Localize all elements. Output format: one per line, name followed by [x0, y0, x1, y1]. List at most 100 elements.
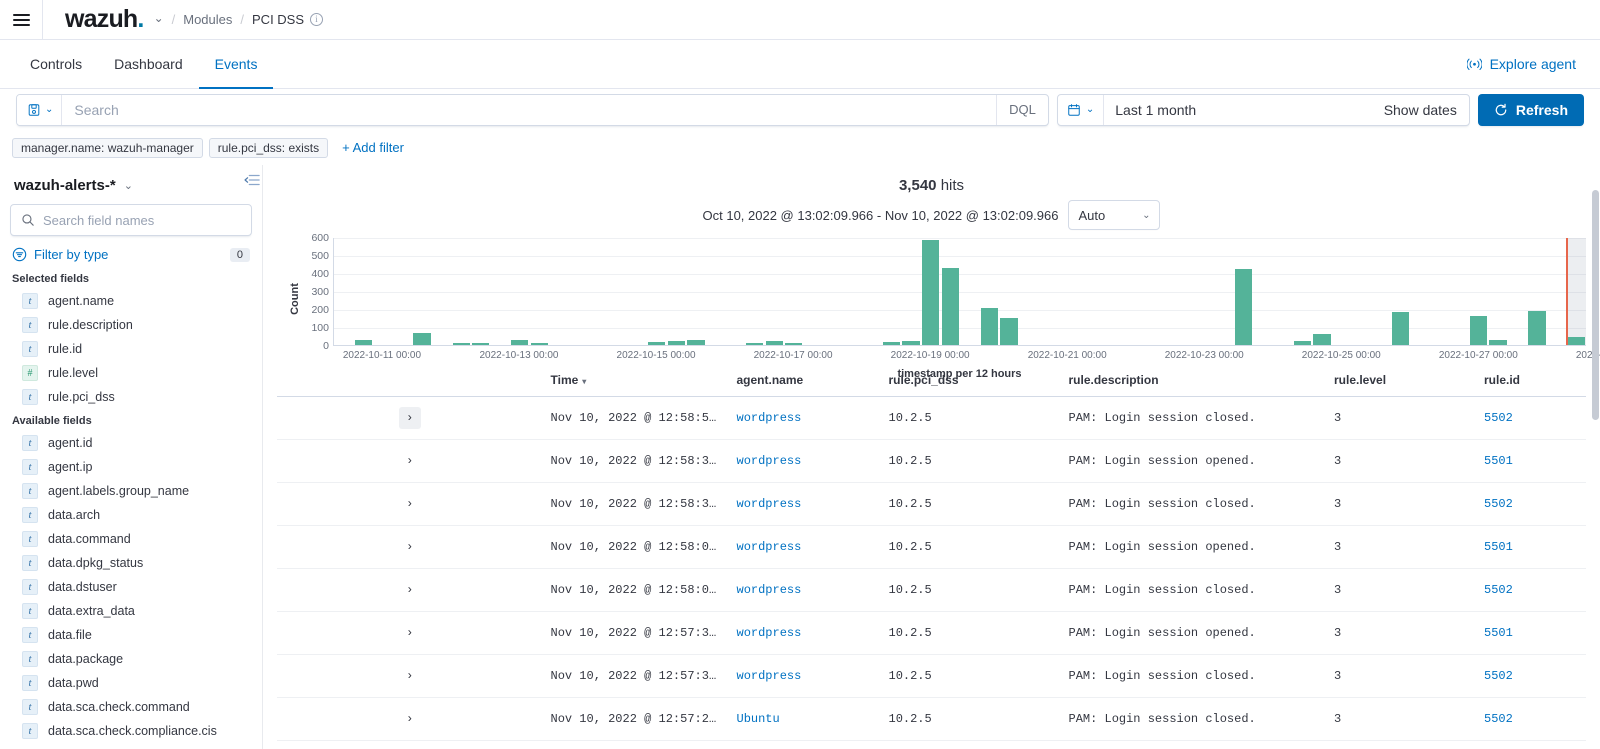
table-row[interactable]: › Nov 10, 2022 @ 12:58:09.622 wordpress 10.… — [277, 525, 1586, 569]
cell-agent-name-link[interactable]: Ubuntu — [737, 712, 780, 726]
chart-bar[interactable] — [765, 341, 783, 345]
chart-bar[interactable] — [354, 339, 372, 345]
field-item-data-extra-data[interactable]: t data.extra_data — [10, 599, 252, 623]
expand-row-icon[interactable]: › — [398, 406, 421, 429]
tab-events[interactable]: Events — [198, 41, 274, 89]
field-item-agent-labels-group-name[interactable]: t agent.labels.group_name — [10, 479, 252, 503]
chart-bar[interactable] — [667, 341, 685, 345]
cell-rule-id-link[interactable]: 5502 — [1484, 712, 1513, 726]
chart-bar[interactable] — [413, 333, 431, 345]
expand-row-icon[interactable]: › — [399, 579, 421, 601]
scrollbar-thumb[interactable] — [1592, 190, 1599, 420]
chart-bar[interactable] — [922, 239, 940, 345]
field-item-rule-description[interactable]: t rule.description — [10, 313, 252, 337]
wazuh-logo[interactable]: wazuh. — [65, 7, 144, 32]
chart-bar[interactable] — [1293, 340, 1311, 345]
query-language-button[interactable]: DQL — [996, 94, 1048, 125]
chart-bar[interactable] — [1000, 318, 1018, 345]
field-item-data-arch[interactable]: t data.arch — [10, 503, 252, 527]
index-pattern-selector[interactable]: wazuh-alerts-* ⌄ — [10, 173, 252, 204]
chart-bar[interactable] — [1489, 339, 1507, 345]
table-row[interactable]: › Nov 10, 2022 @ 12:57:37.577 wordpress 10.… — [277, 611, 1586, 655]
table-row[interactable]: › Nov 10, 2022 @ 12:57:35.576 wordpress 10.… — [277, 654, 1586, 698]
table-row[interactable]: › Nov 10, 2022 @ 12:58:07.610 wordpress 10.… — [277, 568, 1586, 612]
expand-row-icon[interactable]: › — [399, 622, 421, 644]
chart-bar[interactable] — [1313, 334, 1331, 345]
refresh-button[interactable]: Refresh — [1477, 93, 1584, 126]
page-scrollbar[interactable] — [1591, 190, 1600, 749]
field-item-rule-pci-dss[interactable]: t rule.pci_dss — [10, 385, 252, 409]
explore-agent-button[interactable]: Explore agent — [1466, 40, 1576, 88]
chart-bar[interactable] — [1567, 336, 1585, 345]
chart-bar[interactable] — [941, 267, 959, 345]
add-filter-button[interactable]: + Add filter — [342, 140, 404, 155]
brand-chevron-down-icon[interactable]: ⌄ — [154, 11, 164, 25]
chart-bar[interactable] — [472, 342, 490, 345]
table-row[interactable]: › Nov 10, 2022 @ 12:57:22.527 Ubuntu 10.2.5… — [277, 697, 1586, 741]
expand-row-icon[interactable]: › — [399, 708, 421, 730]
field-item-data-command[interactable]: t data.command — [10, 527, 252, 551]
field-item-rule-level[interactable]: # rule.level — [10, 361, 252, 385]
tab-dashboard[interactable]: Dashboard — [98, 41, 199, 89]
chart-bar[interactable] — [648, 341, 666, 345]
cell-rule-id-link[interactable]: 5502 — [1484, 497, 1513, 511]
table-row[interactable]: › Nov 10, 2022 @ 12:58:31.634 wordpress 10.… — [277, 482, 1586, 526]
chart-bar[interactable] — [882, 341, 901, 345]
cell-rule-id-link[interactable]: 5502 — [1484, 583, 1513, 597]
field-item-data-dpkg-status[interactable]: t data.dpkg_status — [10, 551, 252, 575]
field-item-agent-name[interactable]: t agent.name — [10, 289, 252, 313]
info-icon[interactable]: i — [310, 13, 324, 26]
chart-bar[interactable] — [1391, 311, 1409, 345]
date-range-display[interactable]: Last 1 month — [1104, 95, 1371, 125]
saved-query-button[interactable]: ⌄ — [17, 94, 63, 125]
filter-by-type-button[interactable]: Filter by type 0 — [10, 242, 252, 267]
cell-agent-name-link[interactable]: wordpress — [737, 626, 802, 640]
chart-bar[interactable] — [687, 339, 705, 345]
field-item-agent-ip[interactable]: t agent.ip — [10, 455, 252, 479]
hamburger-menu-icon[interactable] — [0, 0, 42, 40]
histogram-chart[interactable]: Count 0 100 200 300 400 500 600 2022-10-11 00:… — [277, 232, 1600, 380]
chart-bar[interactable] — [745, 342, 764, 345]
collapse-sidebar-icon[interactable] — [244, 173, 260, 190]
date-quick-select-button[interactable]: ⌄ — [1058, 94, 1105, 125]
expand-row-icon[interactable]: › — [399, 493, 421, 515]
chart-bar[interactable] — [902, 341, 920, 345]
field-item-data-dstuser[interactable]: t data.dstuser — [10, 575, 252, 599]
cell-rule-id-link[interactable]: 5501 — [1484, 626, 1513, 640]
tab-controls[interactable]: Controls — [14, 41, 98, 89]
field-item-data-file[interactable]: t data.file — [10, 623, 252, 647]
chart-bar[interactable] — [980, 308, 998, 345]
interval-select[interactable]: Auto ⌄ — [1068, 200, 1161, 230]
field-item-data-package[interactable]: t data.package — [10, 647, 252, 671]
expand-row-icon[interactable]: › — [399, 536, 421, 558]
chart-bar[interactable] — [785, 342, 803, 345]
breadcrumb-pci-dss[interactable]: PCI DSS — [252, 12, 304, 27]
table-row[interactable]: › Nov 10, 2022 @ 12:58:51.669 wordpress 10.… — [277, 396, 1586, 440]
cell-agent-name-link[interactable]: wordpress — [737, 583, 802, 597]
cell-rule-id-link[interactable]: 5502 — [1484, 669, 1513, 683]
filter-pill-rule-pci-dss[interactable]: rule.pci_dss: exists — [208, 137, 329, 158]
table-row[interactable]: ›Nov 10, 2022 @ 12:57:10.550Ubuntu10.2.5… — [277, 740, 1586, 749]
table-row[interactable]: › Nov 10, 2022 @ 12:58:31.634 wordpress 10.… — [277, 439, 1586, 483]
field-item-rule-id[interactable]: t rule.id — [10, 337, 252, 361]
filter-pill-manager-name[interactable]: manager.name: wazuh-manager — [12, 137, 203, 158]
search-input[interactable] — [62, 94, 997, 125]
cell-agent-name-link[interactable]: wordpress — [737, 411, 802, 425]
field-item-data-sca-check-command[interactable]: t data.sca.check.command — [10, 695, 252, 719]
chart-bar[interactable] — [1528, 310, 1546, 345]
expand-row-icon[interactable]: › — [399, 450, 421, 472]
chart-bar[interactable] — [530, 343, 548, 345]
chart-plot-area[interactable] — [333, 238, 1586, 346]
field-item-data-sca-check-compliance-cis[interactable]: t data.sca.check.compliance.cis — [10, 719, 252, 743]
chart-bar[interactable] — [1469, 316, 1487, 345]
field-item-agent-id[interactable]: t agent.id — [10, 431, 252, 455]
cell-rule-id-link[interactable]: 5501 — [1484, 540, 1513, 554]
expand-row-icon[interactable]: › — [399, 665, 421, 687]
field-item-data-pwd[interactable]: t data.pwd — [10, 671, 252, 695]
field-search-input[interactable] — [11, 212, 251, 228]
cell-rule-id-link[interactable]: 5502 — [1484, 411, 1513, 425]
cell-rule-id-link[interactable]: 5501 — [1484, 454, 1513, 468]
cell-agent-name-link[interactable]: wordpress — [737, 454, 802, 468]
cell-agent-name-link[interactable]: wordpress — [737, 497, 802, 511]
cell-agent-name-link[interactable]: wordpress — [737, 540, 802, 554]
